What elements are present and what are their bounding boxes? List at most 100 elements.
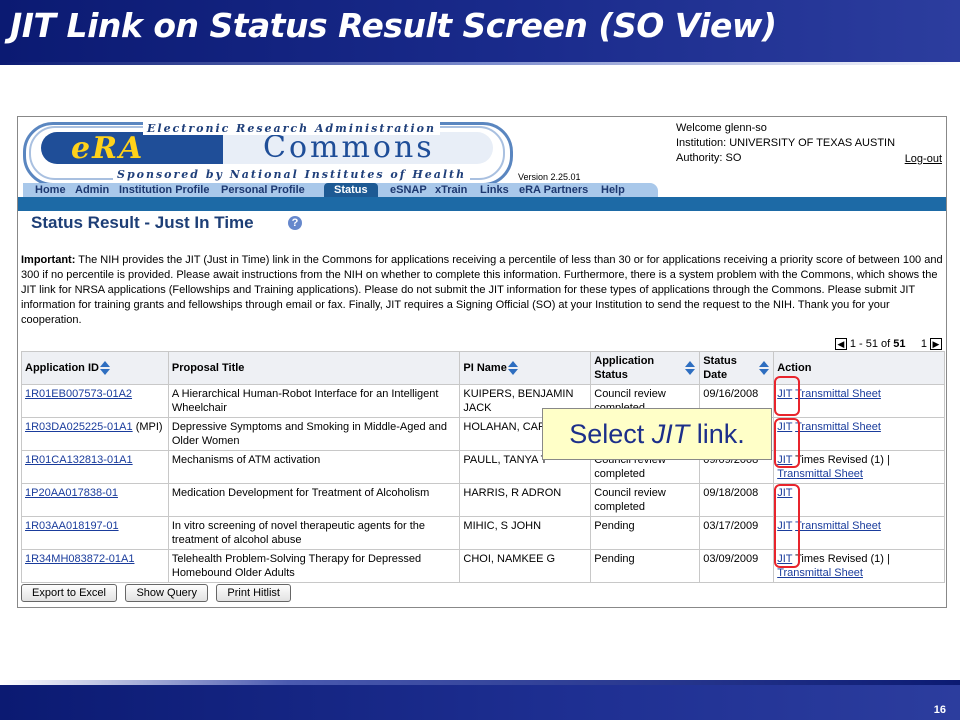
header-divider: [0, 62, 960, 65]
cell-title: Telehealth Problem-Solving Therapy for D…: [167, 549, 461, 583]
cell-title: Depressive Symptoms and Smoking in Middl…: [167, 417, 461, 451]
important-text: The NIH provides the JIT (Just in Time) …: [21, 254, 943, 326]
export-excel-button[interactable]: Export to Excel: [21, 584, 117, 602]
cell-app-id: 1R03AA018197-01: [21, 516, 169, 550]
pager-range: 1 - 51 of: [849, 338, 891, 350]
welcome-text: Welcome glenn-so: [676, 122, 767, 134]
logo-commons-text: Commons: [263, 130, 435, 165]
transmittal-sheet-link[interactable]: Transmittal Sheet: [795, 388, 881, 400]
authority-text: Authority: SO: [676, 152, 742, 164]
cell-status: Council review completed: [590, 483, 701, 517]
table-header-row: Application ID Proposal Title PI Name Ap…: [21, 351, 945, 385]
important-notice: Important: The NIH provides the JIT (Jus…: [21, 253, 946, 328]
pager-total: 51: [893, 338, 906, 350]
institution-text: Institution: UNIVERSITY OF TEXAS AUSTIN: [676, 137, 896, 149]
era-commons-logo: eRA Commons Electronic Research Administ…: [23, 120, 513, 186]
cell-date: 03/17/2009: [699, 516, 775, 550]
nav-help[interactable]: Help: [601, 183, 625, 197]
main-nav: Home Admin Institution Profile Personal …: [18, 183, 946, 197]
times-revised: Times Revised (1) |: [795, 553, 890, 565]
instruction-callout: Select JIT link.: [542, 408, 772, 460]
col-header-app-id[interactable]: Application ID: [21, 351, 169, 385]
sort-icon[interactable]: [684, 361, 696, 375]
cell-date: 09/18/2008: [699, 483, 775, 517]
cell-title: Mechanisms of ATM activation: [167, 450, 461, 484]
logo-era-text: eRA: [71, 131, 145, 166]
pagination: ◀ 1 - 51 of 51 1 ▶: [834, 338, 942, 351]
cell-app-id: 1R03DA025225-01A1 (MPI): [21, 417, 169, 451]
nav-links[interactable]: Links: [480, 183, 509, 197]
logo-top-text: Electronic Research Administration: [143, 122, 440, 135]
logo-bottom-text: Sponsored by National Institutes of Heal…: [113, 168, 471, 181]
table-row: 1R01CA132813-01A1 Mechanisms of ATM acti…: [21, 450, 945, 484]
page-title: Status Result - Just In Time: [31, 213, 254, 232]
app-id-link[interactable]: 1R03AA018197-01: [25, 520, 119, 532]
status-results-table: Application ID Proposal Title PI Name Ap…: [21, 351, 945, 583]
transmittal-sheet-link[interactable]: Transmittal Sheet: [795, 421, 881, 433]
slide-header: JIT Link on Status Result Screen (SO Vie…: [0, 0, 960, 65]
button-bar: Export to Excel Show Query Print Hitlist: [21, 583, 295, 602]
cell-title: A Hierarchical Human-Robot Interface for…: [167, 384, 461, 418]
table-row: 1R03AA018197-01 In vitro screening of no…: [21, 516, 945, 550]
slide-page-number: 16: [933, 704, 946, 716]
callout-emphasis: JIT: [651, 419, 690, 449]
cell-pi: HARRIS, R ADRON: [459, 483, 592, 517]
era-commons-screenshot: eRA Commons Electronic Research Administ…: [17, 116, 947, 608]
table-row: 1R01EB007573-01A2 A Hierarchical Human-R…: [21, 384, 945, 418]
cell-status: Pending: [590, 549, 701, 583]
cell-app-id: 1P20AA017838-01: [21, 483, 169, 517]
jit-highlight-3: [774, 484, 800, 568]
nav-admin[interactable]: Admin: [75, 183, 109, 197]
logout-link[interactable]: Log-out: [905, 153, 942, 165]
cell-status: Pending: [590, 516, 701, 550]
nav-underbar: [18, 197, 946, 211]
nav-personal-profile[interactable]: Personal Profile: [221, 183, 305, 197]
cell-app-id: 1R01CA132813-01A1: [21, 450, 169, 484]
version-label: Version 2.25.01: [518, 172, 581, 182]
table-row: 1R34MH083872-01A1 Telehealth Problem-Sol…: [21, 549, 945, 583]
jit-highlight-2: [774, 418, 800, 468]
nav-home[interactable]: Home: [35, 183, 66, 197]
transmittal-sheet-link[interactable]: Transmittal Sheet: [795, 520, 881, 532]
sort-icon[interactable]: [758, 361, 770, 375]
col-header-title: Proposal Title: [167, 351, 461, 385]
app-id-link[interactable]: 1P20AA017838-01: [25, 487, 118, 499]
app-id-link[interactable]: 1R03DA025225-01A1: [25, 421, 133, 433]
next-page-icon[interactable]: ▶: [930, 338, 942, 351]
nav-xtrain[interactable]: xTrain: [435, 183, 467, 197]
cell-title: In vitro screening of novel therapeutic …: [167, 516, 461, 550]
nav-institution-profile[interactable]: Institution Profile: [119, 183, 209, 197]
slide-title: JIT Link on Status Result Screen (SO Vie…: [10, 6, 777, 45]
sort-icon[interactable]: [507, 361, 519, 376]
mpi-label: (MPI): [135, 421, 163, 433]
transmittal-sheet-link[interactable]: Transmittal Sheet: [777, 567, 863, 579]
col-header-status[interactable]: Application Status: [590, 351, 701, 385]
col-header-pi[interactable]: PI Name: [459, 351, 592, 385]
important-label: Important:: [21, 254, 76, 266]
cell-app-id: 1R01EB007573-01A2: [21, 384, 169, 418]
table-row: 1R03DA025225-01A1 (MPI) Depressive Sympto…: [21, 417, 945, 451]
nav-status[interactable]: Status: [324, 183, 378, 197]
cell-date: 03/09/2009: [699, 549, 775, 583]
help-icon[interactable]: ?: [288, 216, 302, 230]
nav-esnap[interactable]: eSNAP: [390, 183, 427, 197]
transmittal-sheet-link[interactable]: Transmittal Sheet: [777, 468, 863, 480]
col-header-date[interactable]: Status Date: [699, 351, 775, 385]
pager-page: 1: [920, 338, 927, 350]
app-id-link[interactable]: 1R34MH083872-01A1: [25, 553, 134, 565]
nav-era-partners[interactable]: eRA Partners: [519, 183, 588, 197]
show-query-button[interactable]: Show Query: [125, 584, 208, 602]
user-info: Welcome glenn-so Institution: UNIVERSITY…: [676, 121, 895, 166]
table-row: 1P20AA017838-01 Medication Development f…: [21, 483, 945, 517]
first-page-icon[interactable]: ◀: [834, 338, 847, 351]
print-hitlist-button[interactable]: Print Hitlist: [216, 584, 291, 602]
cell-app-id: 1R34MH083872-01A1: [21, 549, 169, 583]
app-id-link[interactable]: 1R01EB007573-01A2: [25, 388, 132, 400]
cell-pi: CHOI, NAMKEE G: [459, 549, 592, 583]
times-revised: Times Revised (1) |: [795, 454, 890, 466]
cell-pi: MIHIC, S JOHN: [459, 516, 592, 550]
cell-title: Medication Development for Treatment of …: [167, 483, 461, 517]
sort-icon[interactable]: [99, 361, 111, 376]
app-id-link[interactable]: 1R01CA132813-01A1: [25, 454, 133, 466]
slide-footer: 16: [0, 680, 960, 720]
